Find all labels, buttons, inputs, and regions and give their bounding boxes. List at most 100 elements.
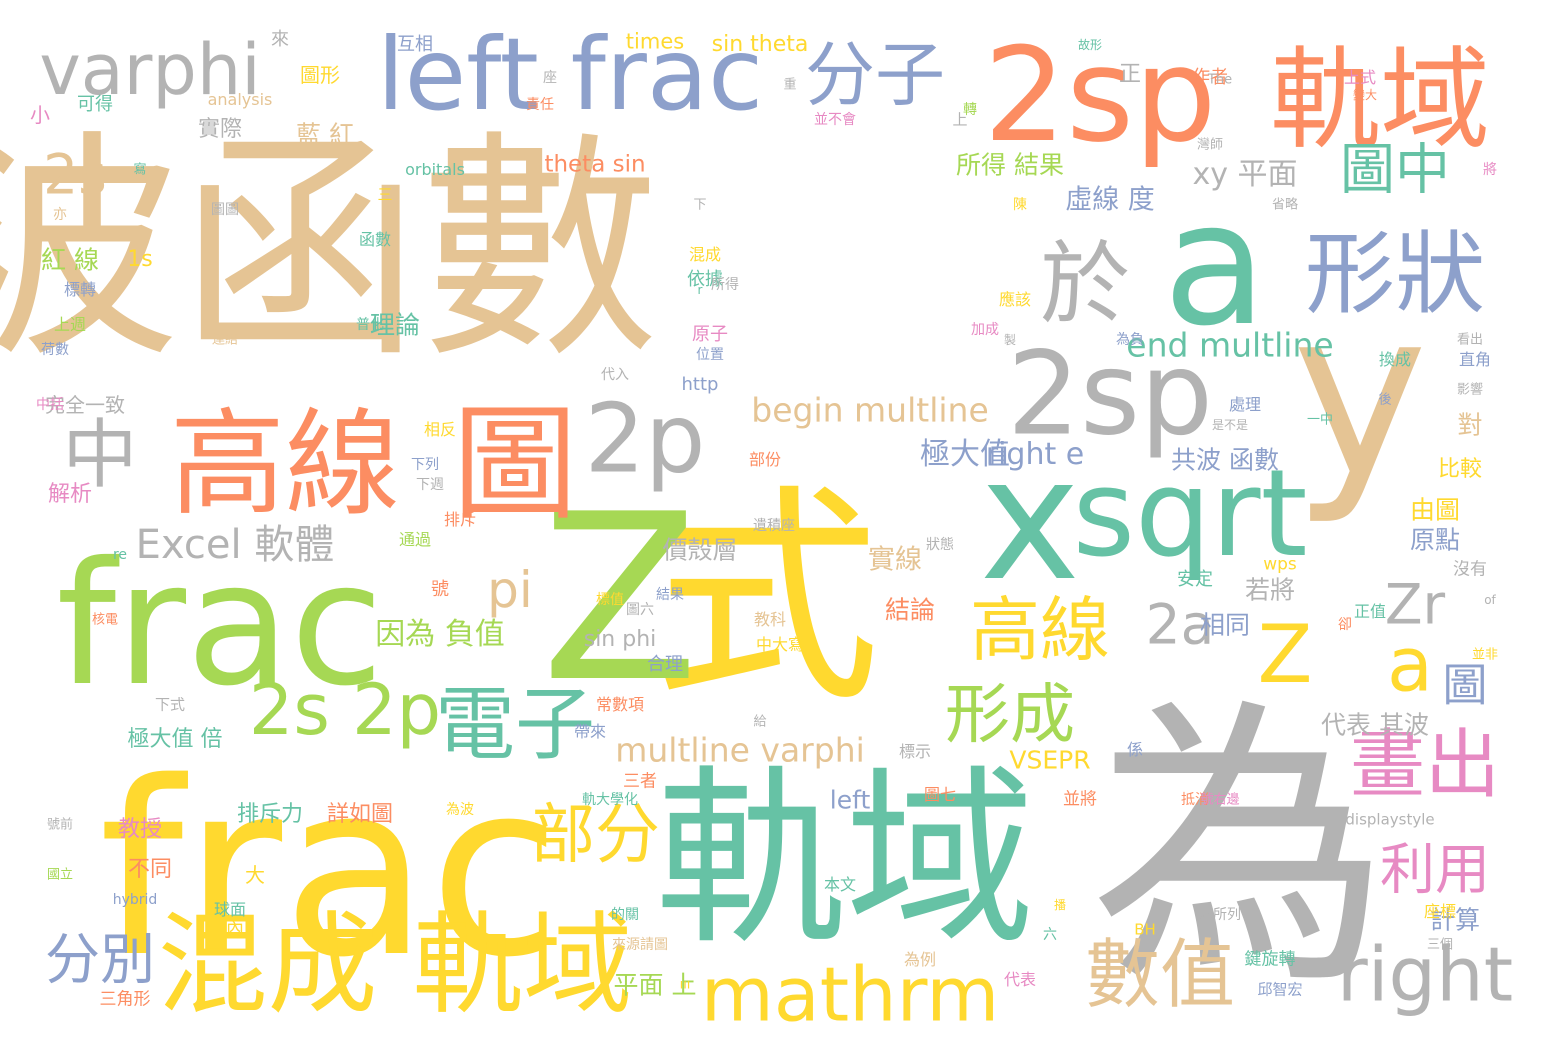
cloud-word: 國立	[46, 867, 74, 883]
cloud-word: 分別	[44, 927, 156, 992]
cloud-word: 利用	[1379, 837, 1491, 902]
cloud-word: 換成	[1378, 350, 1412, 369]
cloud-word: 三角形	[99, 989, 151, 1010]
cloud-word: 下	[693, 197, 707, 213]
cloud-word: 高線	[169, 397, 401, 532]
cloud-word: 排斥	[443, 510, 477, 529]
cloud-word: 將	[1483, 162, 1497, 178]
cloud-word: 看出	[1456, 332, 1484, 348]
cloud-word: 藍 紅	[296, 120, 354, 150]
cloud-word: 2s	[43, 142, 107, 207]
cloud-word: 加成	[971, 322, 999, 338]
cloud-word: 紅 線	[41, 245, 99, 275]
cloud-word: 帶來	[573, 722, 607, 741]
cloud-word: 號前	[46, 817, 74, 833]
cloud-word: 正	[1118, 62, 1142, 87]
cloud-word: 圖六	[626, 602, 654, 618]
cloud-word: a	[1162, 166, 1268, 364]
cloud-word: mathrm	[700, 950, 1000, 1039]
cloud-word: begin multline	[751, 390, 989, 430]
cloud-word: 形狀	[1305, 222, 1485, 327]
cloud-word: 故形	[1077, 38, 1103, 52]
cloud-word: 連結	[211, 332, 239, 348]
cloud-word: 正值	[1353, 602, 1387, 621]
cloud-word: 為負	[1116, 332, 1144, 348]
cloud-word: multline varphi	[615, 730, 865, 770]
cloud-word: 1s	[127, 247, 153, 272]
cloud-word: 部份	[748, 450, 782, 469]
cloud-word: 中括	[36, 397, 64, 413]
cloud-word: xy 平面	[1192, 157, 1298, 192]
cloud-word: 所得	[711, 277, 739, 293]
cloud-word: a	[1387, 620, 1433, 709]
cloud-word: 沒有	[1453, 559, 1487, 580]
cloud-word: 三者	[623, 771, 657, 792]
cloud-word: right	[1336, 930, 1514, 1019]
cloud-word: 為波	[446, 802, 474, 818]
cloud-word: 結論	[884, 595, 936, 625]
cloud-word: 通過	[398, 530, 432, 549]
cloud-word: 數值	[1084, 930, 1236, 1019]
cloud-word: Z	[1257, 608, 1313, 701]
cloud-word: 遺積座	[753, 518, 795, 534]
cloud-word: 虛線 度	[1065, 184, 1155, 216]
cloud-word: 下週	[416, 477, 444, 493]
cloud-word: theta sin	[544, 151, 646, 178]
cloud-word: 於	[1040, 232, 1130, 337]
cloud-word: 極大值 倍	[127, 727, 223, 752]
cloud-word: displaystyle	[1345, 810, 1435, 829]
cloud-word: 播	[1053, 898, 1067, 912]
cloud-word: sin theta	[711, 32, 809, 57]
cloud-word: 2p	[584, 384, 706, 495]
cloud-word: 製	[1003, 333, 1017, 347]
cloud-word: 圖圖	[211, 202, 239, 218]
cloud-word: 變大	[1352, 88, 1378, 102]
cloud-word: 三	[377, 185, 393, 204]
cloud-word: 卻	[1338, 617, 1352, 633]
cloud-word: 結果	[656, 587, 684, 603]
cloud-word: 來	[271, 29, 289, 50]
cloud-word: 安定	[1177, 569, 1213, 590]
cloud-word: 2s 2p	[248, 669, 442, 751]
cloud-word: 函數	[358, 230, 392, 249]
cloud-word: 的關	[611, 907, 639, 923]
cloud-word: 教授	[117, 817, 163, 842]
cloud-word: 小	[30, 103, 50, 127]
cloud-word: 代表 其波	[1321, 710, 1429, 740]
cloud-word: The	[1207, 72, 1233, 88]
cloud-word: Zr	[1384, 572, 1446, 637]
cloud-word: 部分	[529, 797, 661, 873]
cloud-word: 責任	[526, 97, 554, 113]
cloud-word: analysis	[207, 90, 273, 109]
cloud-word: 原子	[692, 324, 728, 345]
cloud-word: 狀態	[926, 537, 954, 553]
cloud-word: 球面	[213, 900, 247, 919]
cloud-word: 不同	[127, 857, 173, 882]
cloud-word: 大	[245, 863, 265, 887]
cloud-word: 後	[1378, 392, 1392, 408]
cloud-word: 教科	[753, 610, 787, 629]
cloud-word: 代表	[1003, 970, 1037, 989]
cloud-word: orbitals	[405, 160, 465, 179]
cloud-word: 圖	[452, 392, 578, 538]
cloud-word: 合理	[647, 654, 683, 675]
cloud-word: times	[625, 29, 685, 54]
cloud-word: left	[829, 785, 871, 815]
cloud-word: 詳如圖	[326, 802, 394, 827]
cloud-word: 處理	[1228, 395, 1262, 414]
cloud-word: 下列	[411, 457, 439, 473]
cloud-word: pi	[487, 561, 533, 619]
cloud-word: 座	[543, 70, 557, 86]
cloud-word: 形成	[944, 677, 1076, 753]
cloud-word: 高線	[970, 589, 1110, 671]
cloud-word: 圖形	[300, 63, 340, 87]
cloud-word: 排斥力	[236, 802, 304, 827]
cloud-word: 三個	[1426, 937, 1454, 953]
cloud-word: 圖	[1442, 658, 1488, 712]
cloud-word: ııı	[679, 977, 691, 993]
cloud-word: 由圖	[1409, 495, 1461, 525]
cloud-word: 亦	[53, 207, 67, 223]
cloud-word: 影響	[1456, 382, 1484, 398]
cloud-word: Excel 軟體	[135, 522, 335, 568]
cloud-word: BH	[1134, 920, 1156, 939]
